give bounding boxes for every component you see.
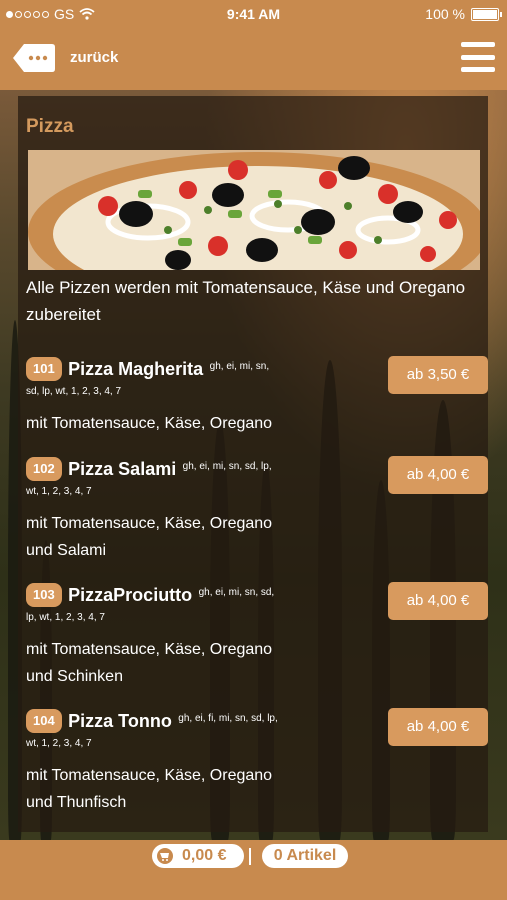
item-allergens: gh, ei, fi, mi, sn, sd, lp, (178, 713, 278, 724)
cart-footer: 0,00 € 0 Artikel (0, 840, 507, 900)
cart-icon (157, 848, 173, 864)
item-description: mit Tomatensauce, Käse, Oregano und Thun… (26, 767, 273, 811)
back-icon (13, 44, 55, 72)
list-item: 103 PizzaProciutto gh, ei, mi, sn, sd, l… (26, 582, 488, 690)
item-allergens-cont: lp, wt, 1, 2, 3, 4, 7 (26, 612, 105, 623)
section-title: Pizza (26, 116, 74, 137)
menu-icon[interactable] (461, 42, 495, 72)
item-number: 101 (26, 357, 62, 381)
item-allergens: gh, ei, mi, sn, sd, lp, (182, 461, 272, 472)
back-button[interactable] (12, 42, 56, 74)
item-name: Pizza Tonno (68, 711, 172, 731)
cart-total: 0,00 € (182, 847, 227, 864)
item-number: 102 (26, 457, 62, 481)
item-description: mit Tomatensauce, Käse, Oregano und Sala… (26, 515, 273, 559)
item-name: Pizza Salami (68, 459, 177, 479)
footer-divider (249, 848, 251, 865)
menu-panel: Pizza Alle Pizzen werden mit Tomatensauc… (18, 96, 488, 832)
list-item: 104 Pizza Tonno gh, ei, fi, mi, sn, sd, … (26, 708, 488, 816)
list-item: 101 Pizza Magherita gh, ei, mi, sn, sd, … (26, 356, 488, 437)
battery-label: 100 % (425, 6, 465, 22)
item-allergens: gh, ei, mi, sn, (209, 361, 270, 372)
item-allergens-cont: sd, lp, wt, 1, 2, 3, 4, 7 (26, 386, 122, 397)
item-name: Pizza Magherita (68, 359, 204, 379)
item-number: 104 (26, 709, 62, 733)
item-name: PizzaProciutto (68, 585, 193, 605)
status-bar: GS 9:41 AM 100 % (0, 0, 507, 28)
app-header: zurück (0, 28, 507, 90)
item-description: mit Tomatensauce, Käse, Oregano und Schi… (26, 641, 273, 685)
price-button[interactable]: ab 4,00 € (388, 708, 488, 746)
item-allergens-cont: wt, 1, 2, 3, 4, 7 (26, 738, 92, 749)
back-label[interactable]: zurück (70, 49, 118, 66)
item-description: mit Tomatensauce, Käse, Oregano (26, 415, 273, 432)
section-intro: Alle Pizzen werden mit Tomatensauce, Käs… (26, 278, 466, 324)
price-button[interactable]: ab 4,00 € (388, 582, 488, 620)
item-allergens: gh, ei, mi, sn, sd, (198, 587, 275, 598)
pizza-image (28, 150, 480, 270)
list-item: 102 Pizza Salami gh, ei, mi, sn, sd, lp,… (26, 456, 488, 564)
price-button[interactable]: ab 3,50 € (388, 356, 488, 394)
item-allergens-cont: wt, 1, 2, 3, 4, 7 (26, 486, 92, 497)
item-count[interactable]: 0 Artikel (262, 844, 348, 868)
battery-icon (471, 7, 502, 21)
cart-button[interactable]: 0,00 € (152, 844, 244, 868)
item-number: 103 (26, 583, 62, 607)
price-button[interactable]: ab 4,00 € (388, 456, 488, 494)
